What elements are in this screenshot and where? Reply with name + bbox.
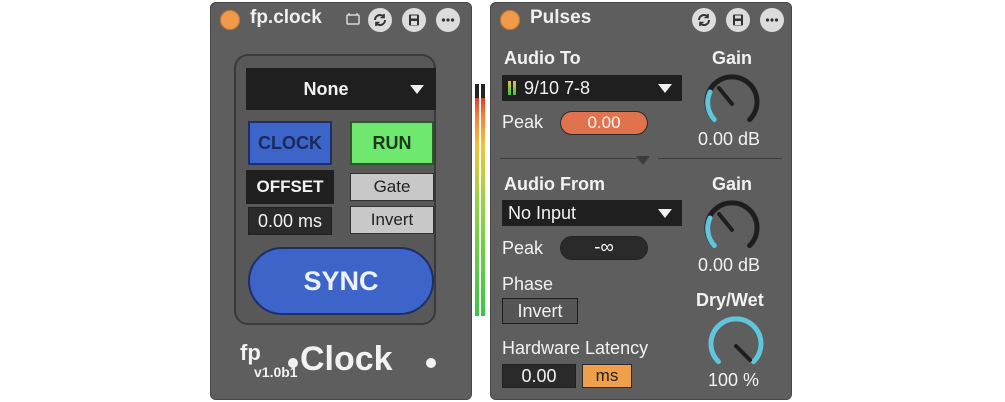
clock-control-panel: None CLOCK RUN OFFSET Gate 0.00 ms Inver… [234,54,436,325]
meter-right-channel [481,84,485,316]
drywet-value: 100 % [708,370,760,390]
sync-source-value: None [303,78,349,99]
audio-to-peak-label: Peak [502,112,544,132]
level-meter [475,84,487,316]
channel-meter-icon [513,81,516,95]
audio-from-gain-knob[interactable] [702,200,762,260]
pulses-device: Pulses Audio To 9/10 7-8 Peak 0.00 Gain … [490,2,792,400]
phase-invert-button[interactable]: Invert [502,298,578,324]
drywet-knob[interactable] [706,316,766,376]
invert-button[interactable]: Invert [350,206,434,234]
device-on-led[interactable] [500,10,520,30]
pulses-titlebar: Pulses [490,2,792,36]
audio-from-peak-value[interactable]: -∞ [560,236,648,260]
audio-from-value: No Input [508,202,577,223]
logo-dot-right [426,358,436,368]
latency-value-field[interactable]: 0.00 [502,364,576,388]
divider-arrow-icon [636,156,650,165]
fp-clock-title: fp.clock [250,7,322,28]
audio-from-label: Audio From [504,174,605,194]
section-divider [500,158,638,159]
channel-meter-icon [508,81,511,95]
fp-clock-logo: fp v1.0b1 Clock [240,340,450,386]
device-on-led[interactable] [220,10,240,30]
hardware-latency-label: Hardware Latency [502,338,649,358]
drywet-label: Dry/Wet [696,290,764,310]
refresh-icon[interactable] [368,8,392,32]
logo-fp: fp [240,340,261,365]
audio-to-gain-value: 0.00 dB [698,129,761,149]
section-divider [658,158,782,159]
gate-button[interactable]: Gate [350,173,434,201]
pulses-title: Pulses [530,7,592,28]
audio-to-gain-label: Gain [712,48,753,68]
sync-source-dropdown[interactable]: None [246,68,436,110]
audio-to-dropdown[interactable]: 9/10 7-8 [502,75,682,101]
logo-dot-left [288,358,298,368]
audio-from-peak-label: Peak [502,238,544,258]
phase-label: Phase [502,274,554,294]
more-options-icon[interactable] [760,8,784,32]
audio-from-dropdown[interactable]: No Input [502,200,682,226]
logo-name: Clock [300,340,393,378]
more-options-icon[interactable] [436,8,460,32]
save-icon[interactable] [726,8,750,32]
fp-clock-titlebar: fp.clock [210,2,472,36]
audio-from-gain-label: Gain [712,174,753,194]
audio-to-peak-value[interactable]: 0.00 [560,111,648,135]
run-button[interactable]: RUN [350,121,434,165]
sync-button[interactable]: SYNC [248,247,434,315]
audio-to-gain-knob[interactable] [702,74,762,134]
offset-value-field[interactable]: 0.00 ms [248,207,332,235]
meter-left-channel [475,84,479,316]
refresh-icon[interactable] [692,8,716,32]
clock-button[interactable]: CLOCK [248,121,332,165]
audio-to-label: Audio To [504,48,581,68]
save-icon[interactable] [402,8,426,32]
device-icon [346,12,360,25]
audio-from-gain-value: 0.00 dB [698,255,761,275]
chevron-down-icon [410,85,424,94]
audio-to-value: 9/10 7-8 [524,77,591,98]
chevron-down-icon [658,209,672,218]
fp-clock-device: fp.clock None CLOCK RUN OFFSET Gate 0.00… [210,2,472,400]
offset-label: OFFSET [246,170,334,204]
latency-unit-ms-button[interactable]: ms [582,364,632,388]
chevron-down-icon [658,84,672,93]
